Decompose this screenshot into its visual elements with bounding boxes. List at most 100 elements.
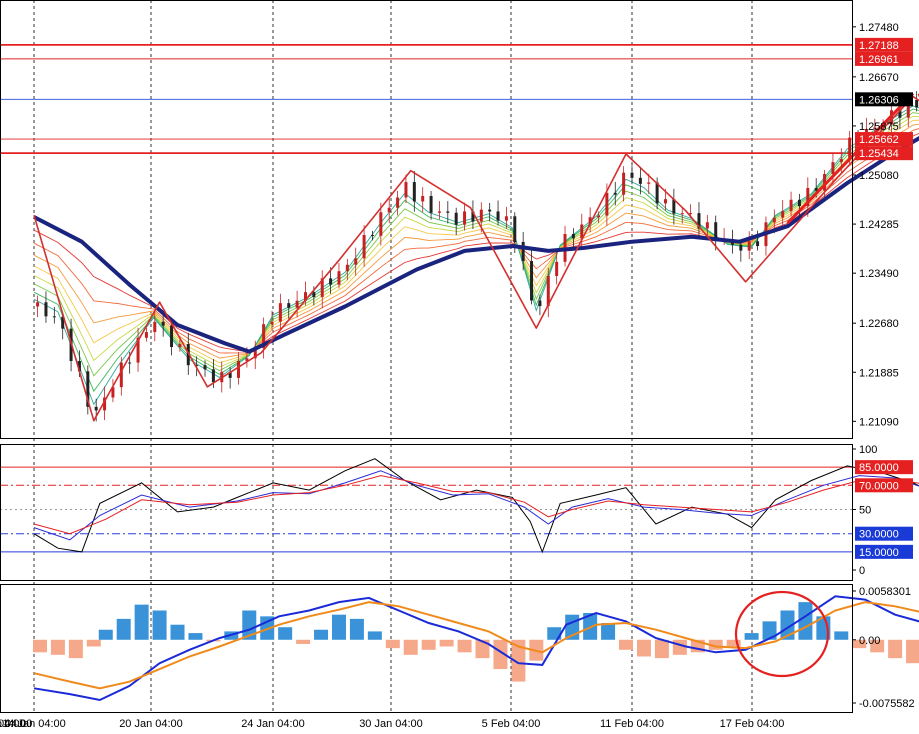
stoch-axis-label-1: 50 [859, 505, 871, 517]
price-axis-label-0: 1.27480 [859, 22, 899, 34]
macd-histogram-bar-24 [457, 639, 472, 653]
candle-body [789, 199, 793, 212]
price-level-label-1: 1.26961 [859, 54, 899, 66]
candle-body [387, 207, 391, 213]
price-level-label-3: 1.25662 [859, 134, 899, 146]
candle-body [94, 406, 98, 411]
candle-body [370, 234, 374, 236]
macd-histogram-bar-16 [314, 629, 329, 640]
candle-body [739, 244, 743, 251]
macd-histogram-bar-4 [98, 629, 113, 640]
candle-body [479, 209, 483, 222]
candle-body [605, 192, 609, 216]
candle-body [178, 344, 182, 348]
candle-body [345, 264, 349, 272]
macd-histogram-bar-9 [188, 633, 203, 640]
candle-body [756, 241, 760, 247]
macd-histogram-bar-17 [331, 614, 346, 640]
time-axis-label-3: 30 Jan 04:00 [359, 718, 423, 730]
candle-body [36, 302, 40, 307]
price-axis-label-3: 1.25080 [859, 170, 899, 182]
candle-body [170, 325, 174, 348]
time-axis-label-2: 24 Jan 04:00 [241, 718, 305, 730]
candle-body [538, 300, 542, 307]
macd-histogram-bar-15 [296, 639, 311, 644]
candle-body [555, 261, 559, 276]
price-axis-label-1: 1.26670 [859, 72, 899, 84]
macd-histogram-bar-14 [278, 627, 293, 640]
macd-histogram-bar-6 [134, 604, 149, 640]
macd-histogram-bar-34 [636, 639, 651, 657]
candle-body [630, 172, 634, 178]
macd-histogram-bar-45 [834, 631, 849, 640]
candle-body [530, 261, 534, 301]
candle-body [362, 234, 366, 259]
stoch-axis-label-0: 100 [859, 444, 877, 456]
candle-body [680, 213, 684, 215]
macd-axis-label-2: -0.0075582 [859, 698, 915, 710]
candle-body [237, 360, 241, 378]
macd-axis-label-0: 0.0058301 [859, 586, 911, 598]
time-axis-label-5: 11 Feb 04:00 [600, 718, 664, 730]
candle-body [488, 209, 492, 212]
price-axis-label-8: 1.21090 [859, 416, 899, 428]
candle-body [705, 222, 709, 229]
candle-body [404, 182, 408, 198]
candle-body [211, 369, 215, 383]
candle-body [638, 177, 642, 184]
time-axis-label-1: 20 Jan 04:00 [119, 718, 183, 730]
macd-histogram-bar-49 [906, 639, 919, 664]
candle-body [153, 321, 157, 333]
price-level-label-2: 1.26306 [859, 94, 899, 106]
stoch-level-label-0: 85.0000 [859, 462, 899, 474]
candle-body [622, 172, 626, 195]
price-level-label-4: 1.25434 [859, 148, 899, 160]
candle-body [839, 159, 843, 163]
trading-chart: 1.27480 1.26670 1.25875 1.25080 1.24285 1.234… [0, 0, 919, 734]
candle-body [44, 302, 48, 317]
candle-body [161, 321, 165, 326]
candle-body [496, 211, 500, 221]
price-axis-label-5: 1.23490 [859, 268, 899, 280]
price-level-label-0: 1.27188 [859, 40, 899, 52]
candle-body [521, 241, 525, 262]
candle-body [203, 365, 207, 370]
macd-histogram-bar-32 [601, 623, 616, 640]
candle-body [513, 216, 517, 242]
candle-body [613, 192, 617, 195]
candle-body [295, 300, 299, 308]
candle-body [329, 278, 333, 285]
candle-body [689, 213, 693, 215]
macd-histogram-bar-8 [170, 624, 185, 640]
stoch-level-label-2: 30.0000 [859, 529, 899, 541]
macd-histogram-bar-19 [367, 631, 382, 640]
candle-body [128, 362, 132, 364]
macd-histogram-bar-3 [86, 639, 101, 647]
macd-histogram-bar-35 [654, 639, 669, 659]
candle-body [831, 162, 835, 175]
macd-histogram-bar-48 [888, 639, 903, 659]
macd-axis-label-1: 0.00 [859, 635, 880, 647]
candle-body [772, 217, 776, 223]
candle-body [504, 216, 508, 221]
candle-body [354, 258, 358, 265]
candle-body [421, 196, 425, 202]
candle-body [747, 241, 751, 251]
macd-histogram-bar-43 [798, 602, 813, 640]
candle-body [463, 211, 467, 225]
candle-body [270, 321, 274, 325]
candle-body [454, 212, 458, 225]
candle-body [663, 199, 667, 204]
candle-body [312, 292, 316, 298]
candle-body [412, 182, 416, 202]
candle-body [52, 316, 56, 318]
macd-histogram-bar-33 [619, 639, 634, 650]
price-axis-label-4: 1.24285 [859, 219, 899, 231]
time-axis-label-4: 5 Feb 04:00 [482, 718, 541, 730]
stoch-axis-label-2: 0 [859, 565, 865, 577]
macd-histogram-bar-5 [116, 618, 131, 640]
candle-body [396, 197, 400, 208]
time-axis-label-6: 17 Feb 04:00 [720, 718, 785, 730]
candle-body [119, 362, 123, 388]
candle-body [781, 211, 785, 218]
